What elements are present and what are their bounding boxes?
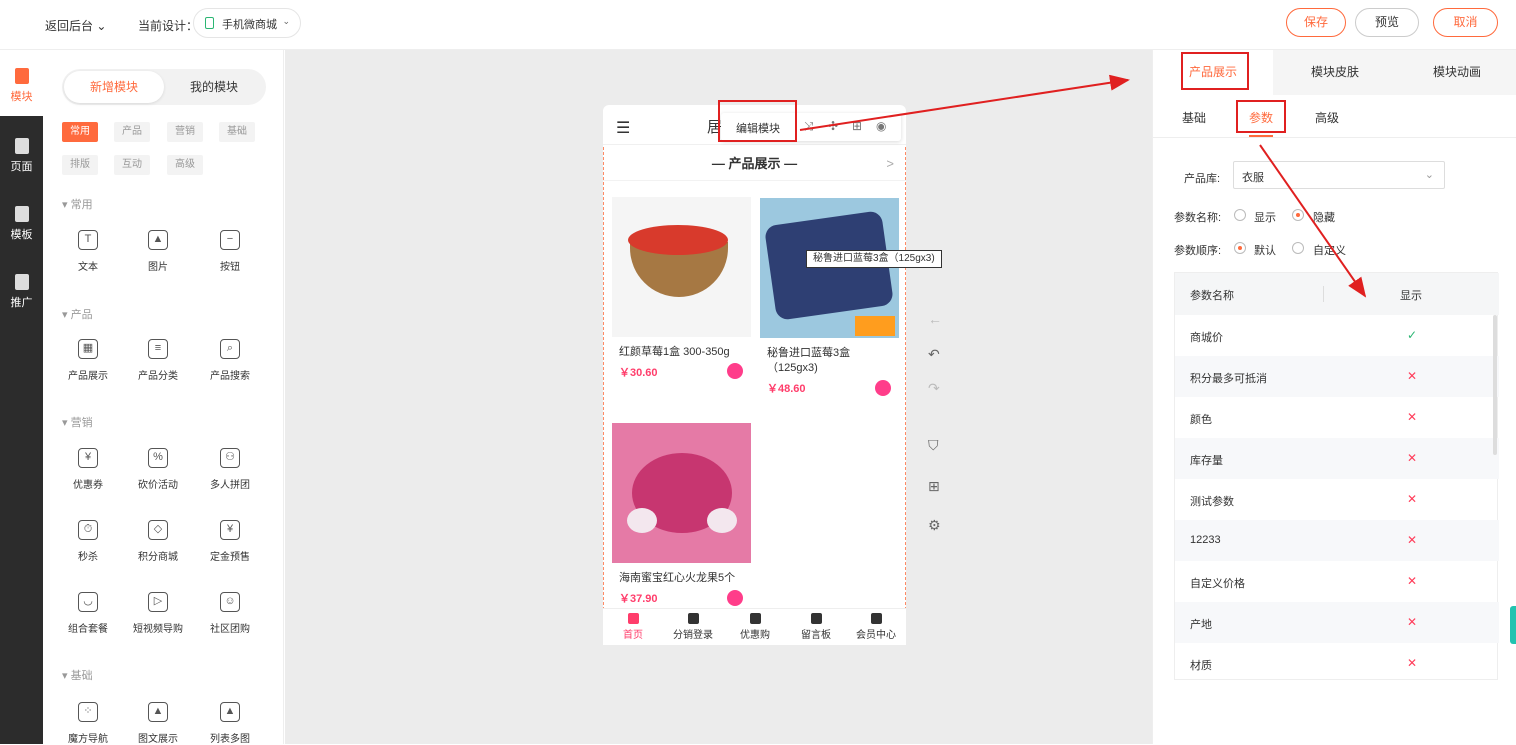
arrow-to-product-tab [799, 74, 1130, 131]
annotation-arrows [799, 74, 1367, 298]
side-float-button[interactable] [1510, 606, 1516, 644]
arrow-to-params-table [1259, 144, 1367, 298]
